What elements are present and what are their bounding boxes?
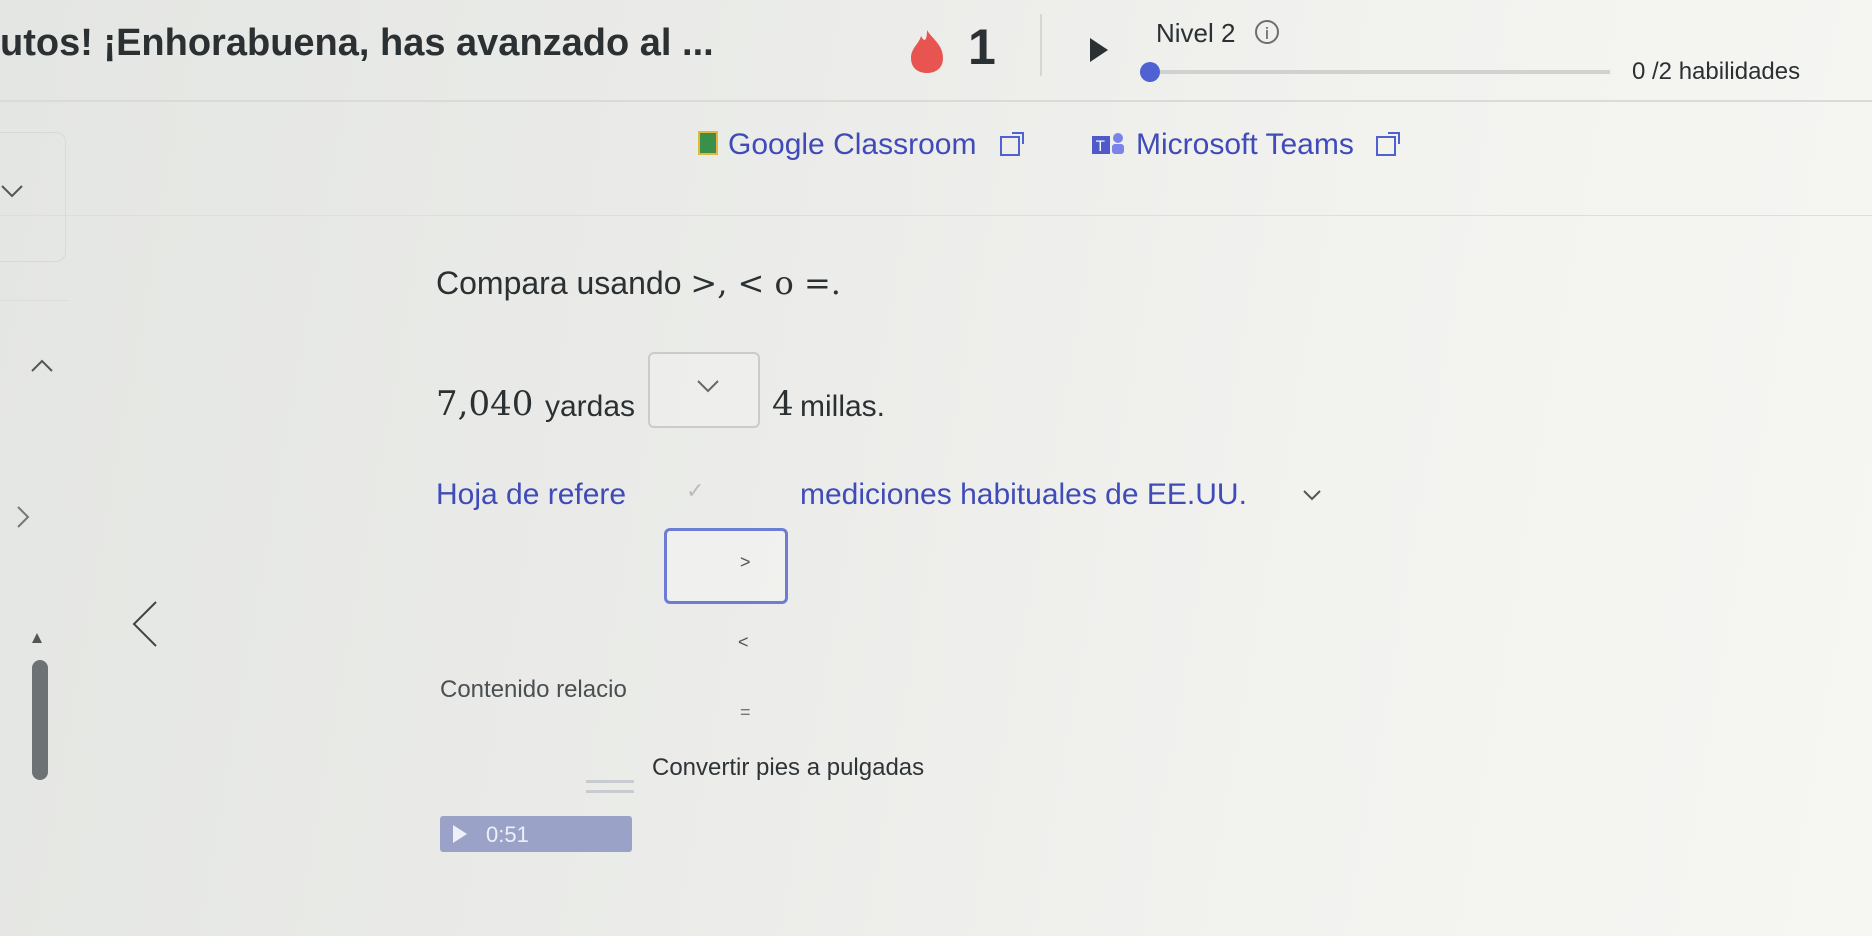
flame-icon (911, 30, 943, 73)
option-greater-label[interactable]: > (740, 552, 751, 573)
chevron-down-icon[interactable] (696, 378, 720, 394)
info-icon[interactable]: i (1255, 20, 1279, 44)
option-equal-label[interactable]: = (740, 702, 751, 723)
microsoft-teams-icon: T (1092, 133, 1124, 155)
microsoft-teams-label: Microsoft Teams (1136, 128, 1354, 161)
scrollbar-thumb[interactable] (32, 660, 48, 780)
external-link-icon (1000, 132, 1024, 156)
chevron-right-icon[interactable] (12, 505, 34, 529)
related-content-heading: Contenido relacio (440, 676, 627, 703)
skills-progress-bar (1140, 70, 1610, 74)
section-divider (0, 215, 1872, 216)
header-divider (1040, 14, 1042, 76)
chevron-left-icon[interactable] (130, 600, 160, 648)
reference-sheet-link-rest[interactable]: mediciones habituales de EE.UU. (800, 478, 1247, 512)
play-icon[interactable] (1088, 36, 1110, 64)
google-classroom-icon (698, 131, 718, 155)
prompt-math: >, < o =. (690, 264, 841, 302)
microsoft-teams-link[interactable]: Microsoft Teams (1136, 128, 1354, 162)
dropdown-option-greater[interactable] (664, 528, 788, 604)
skills-count: 0 /2 habilidades (1632, 58, 1801, 85)
google-classroom-label: Google Classroom (728, 128, 977, 161)
option-less-label[interactable]: < (738, 632, 749, 653)
level-label: Nivel 2 (1156, 18, 1236, 48)
check-icon: ✓ (686, 478, 705, 503)
google-classroom-link[interactable]: Google Classroom (728, 128, 976, 162)
triangle-up-icon (32, 633, 42, 643)
menu-lines-icon (586, 780, 634, 793)
external-link-icon (1376, 132, 1400, 156)
related-video-title[interactable]: Convertir pies a pulgadas (652, 754, 924, 782)
question-prompt: Compara usando >, < o =. (436, 264, 841, 302)
left-unit: yardas (545, 390, 636, 423)
header-divider-line (0, 100, 1872, 102)
reference-sheet-link[interactable]: Hoja de refere (436, 478, 626, 512)
right-value: 4 (772, 384, 794, 424)
play-icon[interactable] (452, 824, 468, 844)
prompt-text: Compara usando (436, 265, 682, 301)
chevron-up-icon[interactable] (30, 355, 54, 375)
right-unit: millas. (800, 390, 886, 423)
video-thumbnail-bar[interactable] (440, 816, 632, 852)
svg-text:T: T (1095, 139, 1105, 155)
streak-count: 1 (968, 19, 996, 75)
page-title: utos! ¡Enhorabuena, has avanzado al ... (0, 22, 714, 64)
left-value: 7,040 (436, 384, 534, 424)
side-panel-section (0, 300, 70, 501)
chevron-down-icon[interactable] (1302, 488, 1322, 502)
video-duration: 0:51 (486, 822, 529, 847)
skills-progress-dot (1140, 62, 1160, 82)
chevron-down-icon[interactable] (0, 180, 24, 204)
